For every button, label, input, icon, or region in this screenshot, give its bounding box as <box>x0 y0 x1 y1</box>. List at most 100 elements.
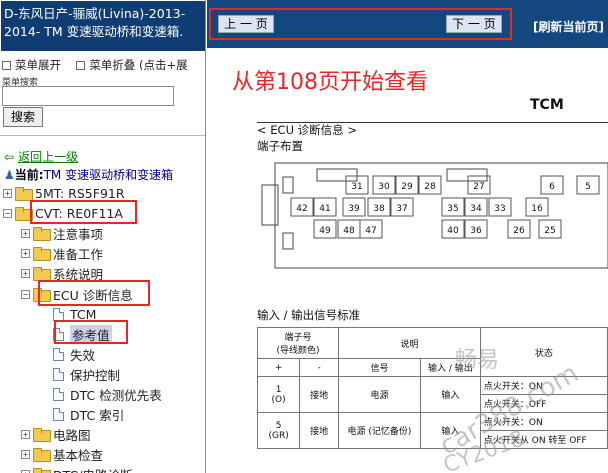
connector-key <box>316 168 358 182</box>
table-row: 5 (GR) 接地 电源 (记忆备份) 输入 点火开关：ON <box>256 412 608 449</box>
tree-item-label: 准备工作 <box>53 246 104 262</box>
folder-icon <box>33 428 51 442</box>
tree-item-label: 失效 <box>70 347 96 363</box>
connector-pin-label: 27 <box>473 182 484 192</box>
tree-item-label: DTC/电路诊断 <box>53 465 132 473</box>
connector-pin-label: 31 <box>351 182 362 192</box>
connector-pin-label: 33 <box>494 204 505 214</box>
folder-icon <box>33 227 51 241</box>
collapse-minus-icon[interactable]: − <box>3 208 12 218</box>
table-header: 端子号 (导线颜色) <box>257 327 339 359</box>
tree-item-basic-inspection[interactable]: + 基本检查 <box>21 445 103 463</box>
expand-plus-icon[interactable]: + <box>21 429 30 439</box>
connector-pin-label: 39 <box>348 204 360 214</box>
table-cell: 接地 <box>299 376 339 413</box>
collapse-minus-icon[interactable]: − <box>21 289 30 299</box>
highlight-box-cvt <box>30 200 137 224</box>
connector-pin-label: 48 <box>343 226 355 236</box>
current-prefix: 当前: <box>14 168 44 182</box>
document-icon <box>53 387 64 401</box>
document-icon <box>53 367 64 381</box>
table-cell: 1 (O) <box>256 376 301 413</box>
expand-plus-icon[interactable]: + <box>21 248 30 258</box>
menu-expand-checkbox[interactable] <box>2 61 11 70</box>
tree-item-wiring-diagram[interactable]: + 电路图 <box>21 425 91 443</box>
document-icon <box>53 347 64 361</box>
menu-collapse-label[interactable]: 菜单折叠 (点击+展 <box>89 58 187 72</box>
connector-pin-label: 34 <box>470 204 482 214</box>
tree-item-dtc-circuit-diagnosis[interactable]: + DTC/电路诊断 <box>21 465 132 473</box>
connector-pin-label: 6 <box>549 182 555 192</box>
connector-pin-label: 35 <box>447 204 458 214</box>
doc-title: TCM <box>530 97 564 113</box>
table-cell: 输入 <box>419 376 481 413</box>
menu-toggle-row: 菜单展开 菜单折叠 (点击+展 <box>2 57 188 73</box>
expand-plus-icon[interactable]: + <box>3 188 12 198</box>
tree-item-preparation[interactable]: + 准备工作 <box>21 244 103 262</box>
connector-latch <box>282 232 294 250</box>
table-header: + <box>256 358 301 377</box>
connector-key <box>446 168 488 182</box>
back-link[interactable]: ⇦ 返回上一级 <box>4 148 78 165</box>
connector-pin-label: 5 <box>585 182 591 192</box>
connector-pin-label: 49 <box>319 226 331 236</box>
highlight-box-nav <box>209 8 512 40</box>
folder-icon <box>15 187 33 201</box>
connector-pin-label: 36 <box>470 226 482 236</box>
tree-item-dtc-priority[interactable]: DTC 检测优先表 <box>53 385 162 403</box>
ecu-heading: < ECU 诊断信息 > <box>257 123 357 137</box>
pin-row-1: 31 30 29 28 27 6 5 <box>345 175 600 195</box>
terminal-layout-heading: 端子布置 <box>257 139 303 153</box>
content-pane: 上 一 页 下 一 页 [刷新当前页] 从第108页开始查看 TCM < ECU… <box>207 0 608 473</box>
tree-item-fail-safe[interactable]: 失效 <box>53 345 95 363</box>
watermark-text: 畅易 <box>455 348 500 373</box>
back-link-label: 返回上一级 <box>18 150 79 164</box>
expand-plus-icon[interactable]: + <box>21 469 30 473</box>
connector-diagram: 31 30 29 28 27 6 5 42 41 39 38 37 35 34 33 16 49 48 47 40… <box>261 162 608 269</box>
tree-item-label: 电路图 <box>53 427 91 443</box>
table-cell: 电源 (记忆备份) <box>337 412 421 449</box>
expand-plus-icon[interactable]: + <box>21 228 30 238</box>
connector-pin-label: 29 <box>401 182 413 192</box>
tree-item-dtc-index[interactable]: DTC 索引 <box>53 405 124 423</box>
document-icon <box>53 407 64 421</box>
person-icon: ♟ <box>4 168 15 182</box>
search-button[interactable]: 搜索 <box>3 107 43 127</box>
search-input[interactable] <box>2 86 174 106</box>
connector-pin-label: 41 <box>319 204 330 214</box>
highlight-box-reference <box>54 320 128 344</box>
arrow-left-icon: ⇦ <box>4 150 15 164</box>
folder-icon <box>33 267 51 281</box>
expand-plus-icon[interactable]: + <box>21 268 30 278</box>
table-cell: 接地 <box>299 412 339 449</box>
connector-pin-label: 47 <box>365 226 376 236</box>
table-cell: 5 (GR) <box>256 412 301 449</box>
connector-latch <box>282 176 294 194</box>
tree-item-protection-control[interactable]: 保护控制 <box>53 365 120 383</box>
sidebar: D-东风日产-骊威(Livina)-2013-2014- TM 变速驱动桥和变速… <box>0 0 206 473</box>
manual-page: TCM < ECU 诊断信息 > 端子布置 31 30 29 28 27 6 5 42 41 3… <box>256 95 608 473</box>
folder-icon <box>33 448 51 462</box>
expand-plus-icon[interactable]: + <box>21 449 30 459</box>
pin-row-2: 42 41 39 38 37 35 34 33 16 <box>290 197 549 217</box>
table-header: - <box>299 358 339 377</box>
connector-pin-label: 37 <box>396 204 407 214</box>
current-value: TM 变速驱动桥和变速箱 <box>43 168 174 182</box>
connector-pin-label: 40 <box>447 226 459 236</box>
menu-expand-label[interactable]: 菜单展开 <box>15 58 61 72</box>
tree-item-precautions[interactable]: + 注意事项 <box>21 224 103 242</box>
menu-collapse-checkbox[interactable] <box>76 61 86 70</box>
connector-pin-label: 25 <box>544 226 555 236</box>
current-location: ♟当前:TM 变速驱动桥和变速箱 <box>4 166 173 183</box>
tree-item-label: 保护控制 <box>70 367 121 383</box>
document-icon <box>53 307 64 321</box>
io-signal-heading: 输入 / 输出信号标准 <box>257 308 361 322</box>
connector-pin-label: 26 <box>513 226 525 236</box>
refresh-page-link[interactable]: [刷新当前页] <box>533 18 604 35</box>
tree-item-label: 5MT: RS5F91R <box>35 185 125 201</box>
screen: D-东风日产-骊威(Livina)-2013-2014- TM 变速驱动桥和变速… <box>0 0 608 473</box>
highlight-box-ecu <box>38 280 150 306</box>
pin-row-3: 49 48 47 40 36 26 25 <box>313 219 562 239</box>
folder-icon <box>33 468 51 473</box>
connector-pin-label: 30 <box>378 182 390 192</box>
